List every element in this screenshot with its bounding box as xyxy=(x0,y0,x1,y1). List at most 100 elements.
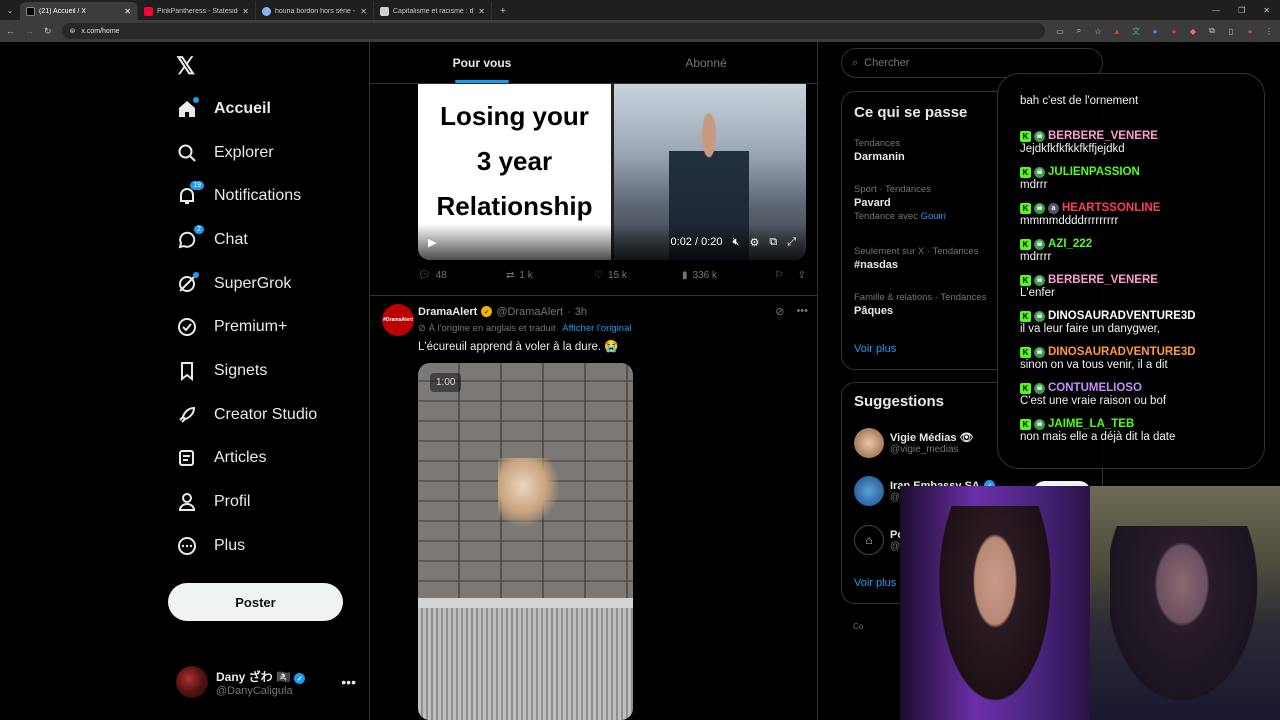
settings-icon[interactable]: ⚙ xyxy=(749,236,759,249)
chat-user: CONTUMELIOSO xyxy=(1048,382,1142,394)
nav-item-bookmarks[interactable]: Signets xyxy=(176,351,267,391)
page-favicon-icon xyxy=(380,6,389,16)
youtube-favicon-icon xyxy=(144,6,153,16)
nav-item-creator-studio[interactable]: Creator Studio xyxy=(176,395,317,435)
trend-item[interactable]: Sport · Tendances Pavard Tendance avec G… xyxy=(854,184,946,222)
tab-search-icon[interactable]: ⌄ xyxy=(0,0,20,20)
rocket-icon xyxy=(176,404,198,426)
tab-title: houria bordon hors série - Rech... xyxy=(275,7,356,15)
pip-icon[interactable]: ⧉ xyxy=(769,236,777,249)
chat-badge: 2 xyxy=(194,225,204,234)
reload-icon[interactable]: ↻ xyxy=(44,26,52,37)
more-options-icon[interactable]: ••• xyxy=(796,305,808,318)
browser-tab-3[interactable]: houria bordon hors série - Rech... ✕ xyxy=(256,2,374,20)
trend-item[interactable]: Famille & relations · Tendances Pâques xyxy=(854,292,986,317)
translate-icon: ⊘ xyxy=(418,323,426,334)
chat-text: sinon on va tous venir, il a dit xyxy=(1020,359,1168,371)
zoom-icon[interactable]: ⌕ xyxy=(1074,26,1084,36)
ext-red-icon[interactable]: ● xyxy=(1169,26,1179,36)
minimize-icon[interactable]: — xyxy=(1212,6,1220,15)
extensions-icon[interactable]: ⧉ xyxy=(1207,26,1217,36)
mute-icon[interactable]: 🔇︎ xyxy=(733,236,740,249)
nav-item-chat[interactable]: 2 Chat xyxy=(176,220,248,260)
account-avatar-icon[interactable]: ● xyxy=(1245,26,1255,36)
tab-following[interactable]: Abonné xyxy=(594,42,817,83)
repost-button[interactable]: ⇄ 1 k xyxy=(506,270,594,281)
avatar xyxy=(854,428,884,458)
chat-user: JULIENPASSION xyxy=(1048,166,1140,178)
chat-message: bah c'est de l'ornement xyxy=(1020,94,1138,107)
nav-item-profile[interactable]: Profil xyxy=(176,482,250,522)
close-window-icon[interactable]: ✕ xyxy=(1263,6,1270,15)
maximize-icon[interactable]: ❐ xyxy=(1238,6,1245,15)
tab-for-you[interactable]: Pour vous xyxy=(370,42,594,83)
author-name[interactable]: DramaAlert xyxy=(418,306,477,318)
nav-item-premium[interactable]: Premium+ xyxy=(176,307,287,347)
chat-user: DINOSAURADVENTURE3D xyxy=(1048,310,1196,322)
ext-pink-icon[interactable]: ◆ xyxy=(1188,26,1198,36)
browser-tab-2[interactable]: PinkPantheress - Stateside + Z... ✕ xyxy=(138,2,256,20)
ext-translate-icon[interactable]: 文 xyxy=(1131,26,1141,36)
badge-icon: ☠ xyxy=(1034,274,1045,286)
chat-user: BERBERE_VENERE xyxy=(1048,130,1158,142)
bookmark-icon[interactable]: ⚐ xyxy=(775,270,784,281)
see-more-link[interactable]: Voir plus xyxy=(854,343,896,355)
browser-tab-4[interactable]: Capitalisme et racisme : d'une ... ✕ xyxy=(374,2,492,20)
like-button[interactable]: ♡ 15 k xyxy=(594,270,682,281)
fullscreen-icon[interactable]: ⤢ xyxy=(787,236,796,249)
tweet-video[interactable]: 1:00 xyxy=(418,363,633,720)
reply-button[interactable]: 💬︎ 48 xyxy=(418,270,506,281)
tweet-text: L'écureuil apprend à voler à la dure. 😭 xyxy=(418,341,619,353)
badge-icon: a xyxy=(1048,202,1059,214)
share-icon[interactable]: ⇪ xyxy=(798,270,806,281)
site-info-icon[interactable]: ⊜ xyxy=(70,27,76,35)
menu-icon[interactable]: ⋮ xyxy=(1264,26,1274,36)
chat-user: HEARTSSONLINE xyxy=(1062,202,1161,214)
nav-item-supergrok[interactable]: SuperGrok xyxy=(176,264,291,304)
sidepanel-icon[interactable]: ▯ xyxy=(1226,26,1236,36)
close-tab-icon[interactable]: ✕ xyxy=(360,7,367,16)
close-tab-icon[interactable]: ✕ xyxy=(124,7,131,16)
trend-item[interactable]: Seulement sur X · Tendances #nasdas xyxy=(854,246,978,271)
avatar[interactable]: #DramaAlert xyxy=(382,304,414,336)
star-icon[interactable]: ☆ xyxy=(1093,26,1103,36)
views-button[interactable]: ▮ 336 k xyxy=(682,270,762,281)
person-icon xyxy=(176,491,198,513)
tweet-time[interactable]: 3h xyxy=(575,306,587,318)
show-original-link[interactable]: Afficher l'original xyxy=(562,323,631,334)
article-icon xyxy=(176,447,198,469)
ext-blue-icon[interactable]: ● xyxy=(1150,26,1160,36)
post-button[interactable]: Poster xyxy=(168,583,343,621)
search-icon xyxy=(176,142,198,164)
more-options-icon[interactable]: ••• xyxy=(341,674,356,690)
trend-item[interactable]: Tendances Darmanin xyxy=(854,138,905,163)
grok-icon[interactable]: ⊘ xyxy=(775,305,784,318)
author-handle[interactable]: @DramaAlert xyxy=(496,306,563,318)
bell-icon: 19 xyxy=(176,181,204,207)
back-icon[interactable]: ← xyxy=(6,26,15,36)
profile-handle: @DanyCaligula xyxy=(216,684,293,697)
address-bar[interactable]: ⊜ x.com/home xyxy=(61,23,1045,39)
kick-badge-icon: K xyxy=(1020,310,1031,322)
account-switcher[interactable]: Dany ざわ 🏴‍☠️ ✓ @DanyCaligula ••• xyxy=(176,666,356,698)
nav-item-more[interactable]: Plus xyxy=(176,526,245,566)
kick-badge-icon: K xyxy=(1020,166,1031,178)
nav-item-home[interactable]: Accueil xyxy=(176,89,271,129)
chat-user: BERBERE_VENERE xyxy=(1048,274,1158,286)
close-tab-icon[interactable]: ✕ xyxy=(242,7,249,16)
close-tab-icon[interactable]: ✕ xyxy=(478,7,485,16)
forward-icon[interactable]: → xyxy=(25,26,34,36)
play-icon[interactable]: ▶ xyxy=(428,236,436,249)
tweet-video[interactable]: Losing your 3 year Relationship ▶ 0:02 /… xyxy=(418,84,806,260)
nav-item-articles[interactable]: Articles xyxy=(176,438,266,478)
ext-acrobat-icon[interactable]: ▲ xyxy=(1112,26,1122,36)
nav-item-notifications[interactable]: 19 Notifications xyxy=(176,176,301,216)
new-tab-icon[interactable]: + xyxy=(492,2,514,20)
x-favicon-icon xyxy=(26,6,35,16)
suggested-user[interactable]: Vigie Médias 👁 @vigie_medias xyxy=(854,428,973,458)
screen-icon[interactable]: ▭ xyxy=(1055,26,1065,36)
nav-item-explore[interactable]: Explorer xyxy=(176,133,274,173)
browser-tab-1[interactable]: (21) Accueil / X ✕ xyxy=(20,2,138,20)
badge-icon: ☠ xyxy=(1034,310,1045,322)
x-logo-icon[interactable]: 𝕏 xyxy=(176,52,195,81)
